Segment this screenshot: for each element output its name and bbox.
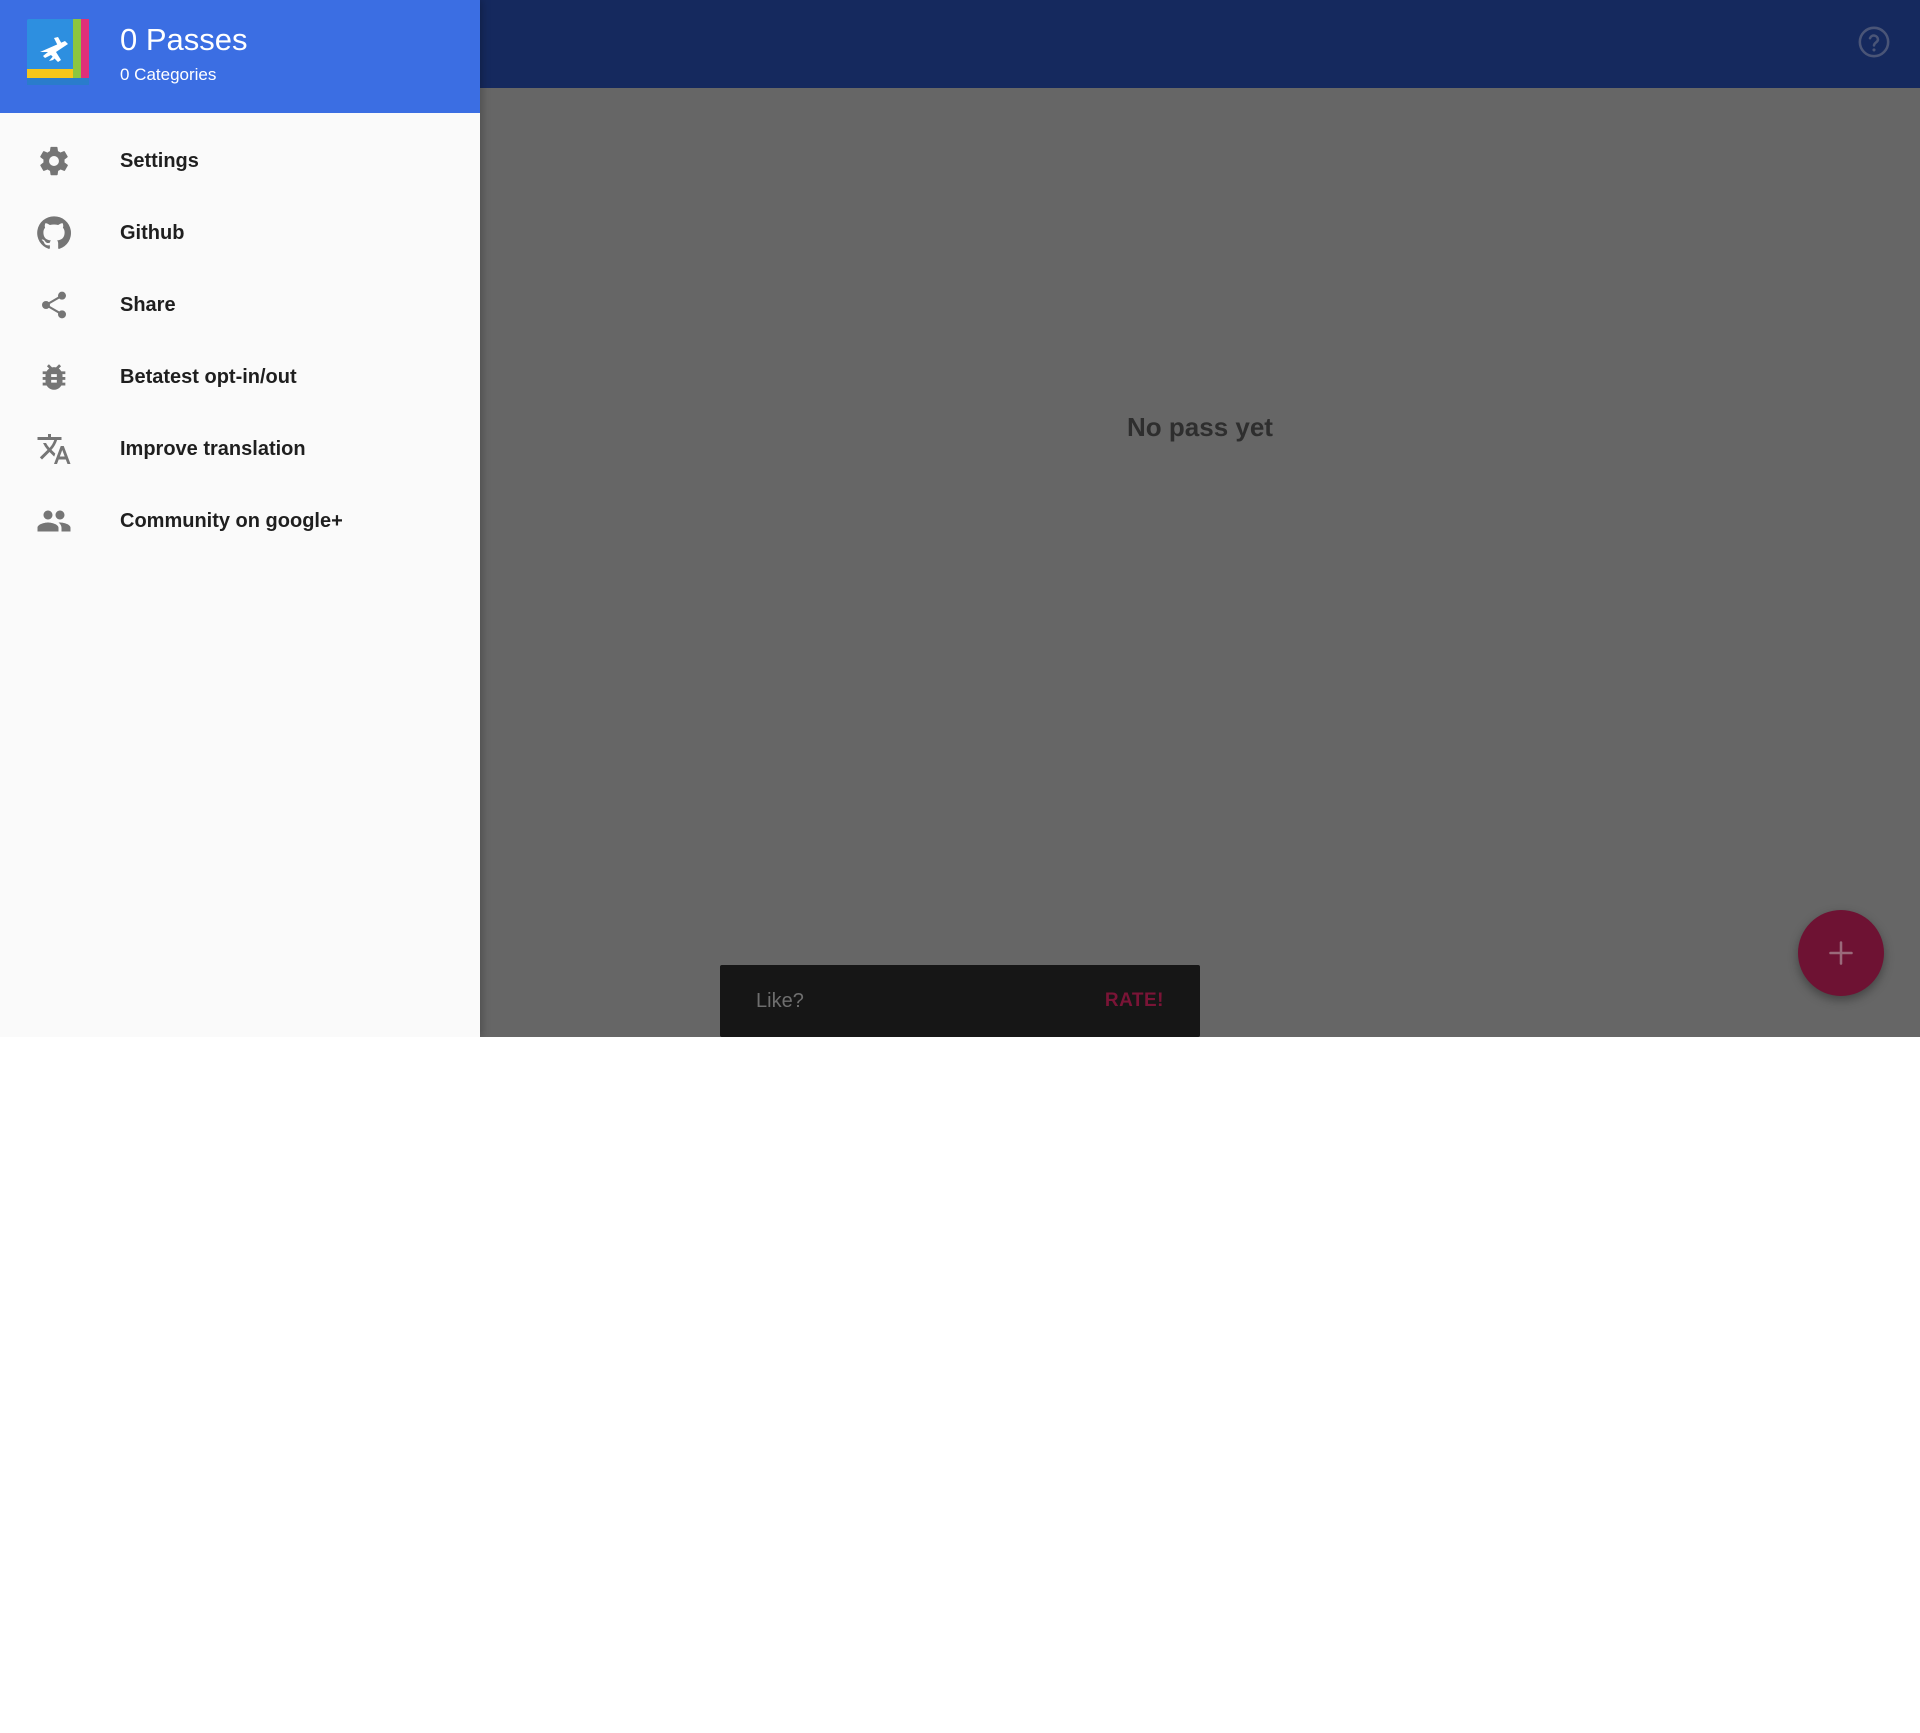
sidebar-item-label: Betatest opt-in/out [120, 365, 297, 388]
passes-count-title: 0 Passes [120, 22, 248, 57]
sidebar-item-label: Settings [120, 149, 199, 172]
sidebar-item-betatest[interactable]: Betatest opt-in/out [0, 341, 480, 413]
github-icon [34, 213, 74, 253]
drawer-header: 0 Passes 0 Categories [0, 0, 480, 113]
rate-button[interactable]: RATE! [1105, 990, 1164, 1012]
share-icon [34, 285, 74, 325]
sidebar-item-community[interactable]: Community on google+ [0, 485, 480, 557]
sidebar-item-label: Github [120, 221, 185, 244]
help-button[interactable] [1856, 24, 1892, 60]
drawer-menu: Settings Github Share Betatest opt-in/ou… [0, 125, 480, 557]
add-pass-button[interactable] [1798, 910, 1884, 996]
sidebar-item-label: Share [120, 293, 176, 316]
app-screen: No pass yet Like? RATE! 0 Passes 0 Categ… [0, 0, 1920, 1037]
categories-count-subtitle: 0 Categories [120, 65, 217, 84]
sidebar-item-github[interactable]: Github [0, 197, 480, 269]
plus-icon [1829, 941, 1853, 965]
sidebar-item-label: Community on google+ [120, 509, 343, 532]
help-circle-icon [1858, 26, 1890, 58]
people-icon [34, 501, 74, 541]
empty-state-message: No pass yet [1127, 412, 1273, 442]
sidebar-item-label: Improve translation [120, 437, 306, 460]
app-logo-plane-icon [27, 19, 93, 85]
sidebar-item-share[interactable]: Share [0, 269, 480, 341]
translate-icon [34, 429, 74, 469]
snackbar-message: Like? [756, 989, 804, 1012]
gear-icon [34, 141, 74, 181]
sidebar-item-settings[interactable]: Settings [0, 125, 480, 197]
navigation-drawer: 0 Passes 0 Categories Settings Github Sh… [0, 0, 480, 1037]
sidebar-item-translation[interactable]: Improve translation [0, 413, 480, 485]
bug-icon [34, 357, 74, 397]
rate-snackbar: Like? RATE! [720, 965, 1200, 1037]
